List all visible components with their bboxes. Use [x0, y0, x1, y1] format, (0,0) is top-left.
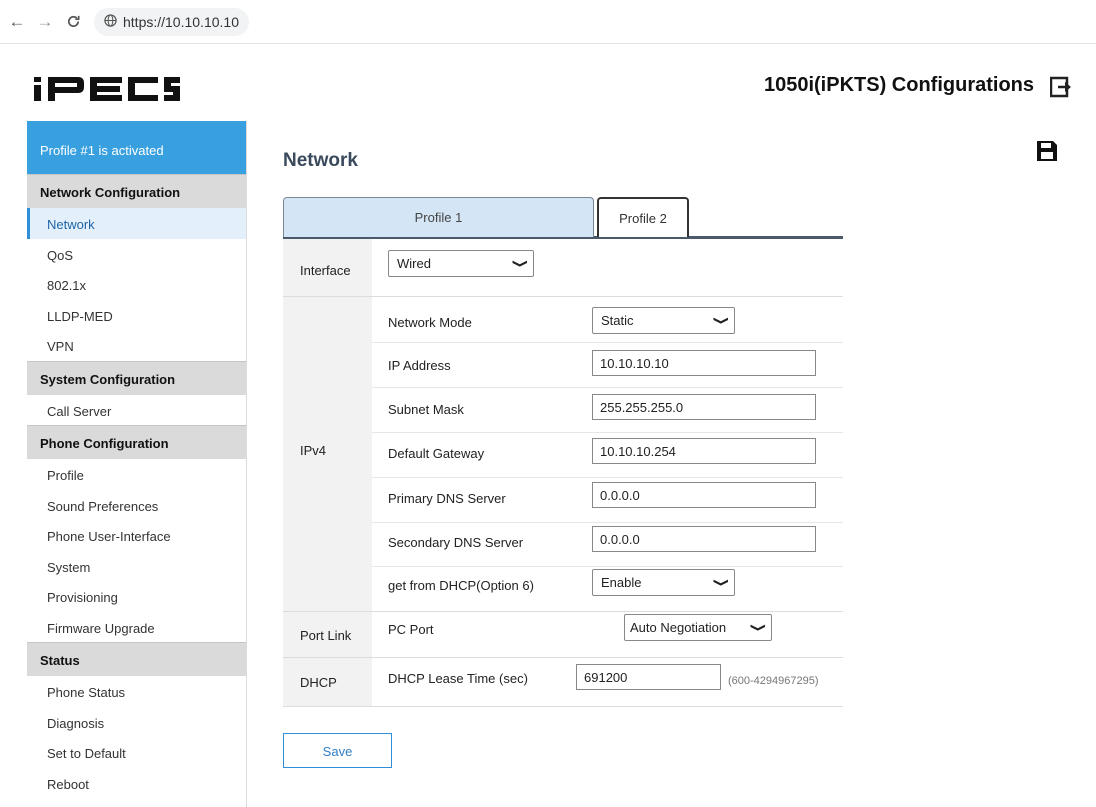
- ip-address-label: IP Address: [388, 358, 451, 373]
- sidebar-item-firmware-upgrade[interactable]: Firmware Upgrade: [27, 612, 246, 643]
- chevron-down-icon: ❯: [511, 258, 528, 269]
- reload-icon[interactable]: [62, 11, 84, 33]
- dhcp-option6-value: Enable: [601, 575, 642, 590]
- interface-select[interactable]: Wired ❯: [388, 250, 534, 277]
- pc-port-value: Auto Negotiation: [630, 620, 727, 635]
- sidebar-item-provisioning[interactable]: Provisioning: [27, 581, 246, 612]
- chevron-down-icon: ❯: [712, 577, 729, 588]
- secondary-dns-label: Secondary DNS Server: [388, 535, 524, 550]
- url-text: https://10.10.10.10: [123, 13, 239, 30]
- divider: [372, 342, 843, 343]
- dhcp-lease-input[interactable]: 691200: [576, 664, 721, 690]
- sidebar: Profile #1 is activated Network Configur…: [27, 121, 247, 807]
- section-phone-configuration: Phone Configuration: [27, 425, 246, 459]
- browser-toolbar: ← → https://10.10.10.10: [0, 0, 1096, 44]
- interface-value: Wired: [397, 256, 431, 271]
- forward-icon[interactable]: →: [34, 11, 56, 33]
- section-system-configuration: System Configuration: [27, 360, 246, 395]
- interface-label: Interface: [300, 263, 351, 278]
- sidebar-item-phone-status[interactable]: Phone Status: [27, 676, 246, 707]
- default-gateway-label: Default Gateway: [388, 446, 485, 461]
- divider: [283, 296, 843, 297]
- address-bar[interactable]: https://10.10.10.10: [94, 7, 249, 36]
- dhcp-lease-range-hint: (600-4294967295): [728, 675, 819, 687]
- sidebar-item-reboot[interactable]: Reboot: [27, 768, 246, 799]
- primary-dns-input[interactable]: 0.0.0.0: [592, 482, 816, 508]
- ipecs-logo: [34, 72, 180, 106]
- network-mode-value: Static: [601, 313, 634, 328]
- reload-icon-glyph: [67, 15, 79, 27]
- dhcp-option6-select[interactable]: Enable ❯: [592, 569, 735, 596]
- site-info-icon[interactable]: [104, 13, 117, 30]
- ip-address-input[interactable]: 10.10.10.10: [592, 350, 816, 376]
- dhcp-lease-label: DHCP Lease Time (sec): [388, 671, 528, 686]
- sidebar-item-system[interactable]: System: [27, 551, 246, 582]
- sidebar-item-phone-user-interface[interactable]: Phone User-Interface: [27, 520, 246, 551]
- sidebar-item-802-1x[interactable]: 802.1x: [27, 269, 246, 300]
- profile-status-banner: Profile #1 is activated: [27, 121, 246, 174]
- sidebar-item-profile[interactable]: Profile: [27, 459, 246, 490]
- divider: [372, 566, 843, 567]
- chevron-down-icon: ❯: [749, 622, 766, 633]
- sidebar-item-qos[interactable]: QoS: [27, 239, 246, 270]
- divider: [372, 522, 843, 523]
- network-mode-label: Network Mode: [388, 315, 472, 330]
- save-button[interactable]: Save: [283, 733, 392, 768]
- default-gateway-input[interactable]: 10.10.10.254: [592, 438, 816, 464]
- primary-dns-label: Primary DNS Server: [388, 491, 506, 506]
- sidebar-item-diagnosis[interactable]: Diagnosis: [27, 707, 246, 738]
- profile-tabs: Profile 1 Profile 2: [283, 197, 843, 239]
- pc-port-label: PC Port: [388, 622, 434, 637]
- logout-icon-glyph: [1049, 76, 1071, 98]
- sidebar-item-vpn[interactable]: VPN: [27, 330, 246, 361]
- tab-profile-1[interactable]: Profile 1: [283, 197, 594, 237]
- sidebar-item-network[interactable]: Network: [27, 208, 246, 239]
- network-mode-select[interactable]: Static ❯: [592, 307, 735, 334]
- pc-port-select[interactable]: Auto Negotiation ❯: [624, 614, 772, 641]
- divider: [372, 477, 843, 478]
- ipv4-label: IPv4: [300, 443, 327, 458]
- secondary-dns-input[interactable]: 0.0.0.0: [592, 526, 816, 552]
- network-settings-panel: Interface Wired ❯ IPv4 Network Mode Stat…: [283, 239, 843, 707]
- subnet-mask-input[interactable]: 255.255.255.0: [592, 394, 816, 420]
- tab-profile-2[interactable]: Profile 2: [597, 197, 689, 237]
- section-status: Status: [27, 642, 246, 676]
- app-title: 1050i(iPKTS) Configurations: [763, 74, 1034, 96]
- sidebar-item-sound-preferences[interactable]: Sound Preferences: [27, 490, 246, 521]
- section-network-configuration: Network Configuration: [27, 174, 246, 208]
- port-link-label: Port Link: [300, 628, 352, 643]
- divider: [283, 611, 843, 612]
- chevron-down-icon: ❯: [712, 315, 729, 326]
- sidebar-item-call-server[interactable]: Call Server: [27, 395, 246, 426]
- floppy-disk-icon[interactable]: [1036, 140, 1058, 162]
- page-title: Network: [283, 150, 358, 171]
- floppy-disk-icon-glyph: [1037, 141, 1057, 161]
- sidebar-item-lldp-med[interactable]: LLDP-MED: [27, 300, 246, 331]
- dhcp-option6-label: get from DHCP(Option 6): [388, 578, 534, 593]
- logout-icon[interactable]: [1049, 76, 1072, 98]
- divider: [372, 387, 843, 388]
- ipecs-logo-graphic: [34, 77, 180, 101]
- divider: [283, 706, 843, 707]
- globe-icon: [104, 13, 117, 27]
- dhcp-label: DHCP: [300, 675, 337, 690]
- divider: [372, 432, 843, 433]
- divider: [283, 657, 843, 658]
- sidebar-item-set-to-default[interactable]: Set to Default: [27, 737, 246, 768]
- ipv4-label-cell: [283, 297, 372, 623]
- subnet-mask-label: Subnet Mask: [388, 402, 464, 417]
- back-icon[interactable]: ←: [6, 11, 28, 33]
